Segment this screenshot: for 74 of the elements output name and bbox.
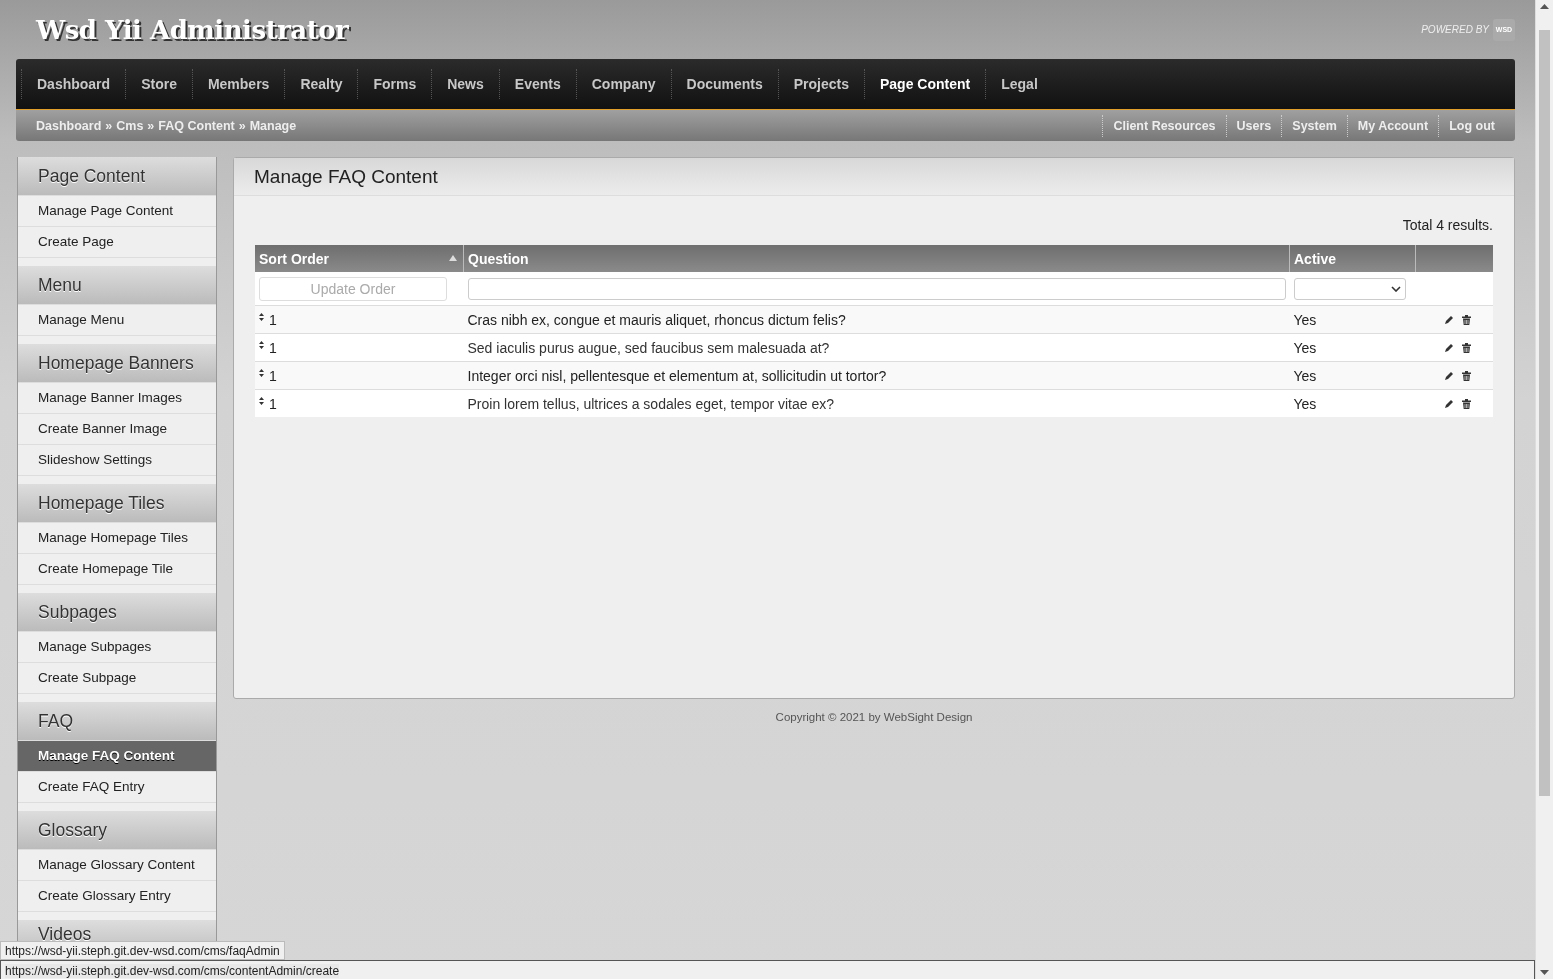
table-cell: Yes xyxy=(1293,367,1317,384)
sidebar-heading: Subpages xyxy=(18,593,216,631)
column-header[interactable]: Sort Order xyxy=(255,245,464,272)
breadcrumb-separator: » xyxy=(105,118,113,133)
scroll-down-icon[interactable] xyxy=(1540,970,1549,975)
breadcrumb-separator: » xyxy=(147,118,155,133)
sidebar-item[interactable]: Manage Glossary Content xyxy=(18,849,216,880)
results-summary: Total 4 results. xyxy=(1402,217,1493,233)
copyright-text: Copyright © 2021 by WebSight Design xyxy=(775,711,973,723)
nav-tab[interactable]: Store xyxy=(125,69,192,99)
table-cell: 1 xyxy=(269,367,277,384)
table-cell: 1 xyxy=(269,339,277,356)
site-title: Wsd Yii Administrator xyxy=(36,14,349,45)
nav-tab[interactable]: Documents xyxy=(670,69,778,99)
drag-handle-icon[interactable] xyxy=(259,368,264,377)
table-cell: Cras nibh ex, congue et mauris aliquet, rhoncus dictum felis? xyxy=(467,311,846,328)
table-cell: Proin lorem tellus, ultrices a sodales eget, tempor vitae ex? xyxy=(467,395,834,412)
sidebar-item[interactable]: Manage Homepage Tiles xyxy=(18,522,216,553)
sidebar-item[interactable]: Create Page xyxy=(18,226,216,257)
drag-handle-icon[interactable] xyxy=(259,396,264,405)
column-header[interactable]: Question xyxy=(463,245,1290,272)
nav-tab[interactable]: Members xyxy=(191,69,285,99)
table-cell: Integer orci nisl, pellentesque et elementum at, sollicitudin ut tortor? xyxy=(467,367,887,384)
scroll-up-icon[interactable] xyxy=(1540,4,1549,9)
sidebar-item[interactable]: Create Glossary Entry xyxy=(18,880,216,911)
sidebar-item[interactable]: Manage Banner Images xyxy=(18,382,216,413)
sidebar-item[interactable]: Manage Page Content xyxy=(18,195,216,226)
sidebar-heading: Menu xyxy=(18,266,216,304)
nav-tab[interactable]: Company xyxy=(575,69,671,99)
powered-by-label: POWERED BY xyxy=(1421,24,1489,35)
trash-icon[interactable] xyxy=(1462,314,1471,325)
sidebar-item[interactable]: Create Banner Image xyxy=(18,413,216,444)
trash-icon[interactable] xyxy=(1462,342,1471,353)
pencil-icon[interactable] xyxy=(1444,342,1454,353)
sidebar-item[interactable]: Manage Subpages xyxy=(18,631,216,662)
table-cell: Yes xyxy=(1293,311,1317,328)
sidebar-item[interactable]: Manage Menu xyxy=(18,304,216,335)
sidebar-heading: Homepage Tiles xyxy=(18,484,216,522)
page-heading: Manage FAQ Content xyxy=(234,158,1514,196)
pencil-icon[interactable] xyxy=(1444,314,1454,325)
sidebar-heading: Page Content xyxy=(18,157,216,195)
sidebar-item[interactable]: Create Homepage Tile xyxy=(18,553,216,584)
table-cell: 1 xyxy=(269,395,277,412)
table-cell: Yes xyxy=(1293,395,1317,412)
nav-tab[interactable]: Forms xyxy=(357,69,432,99)
nav-tab[interactable]: Realty xyxy=(284,69,358,99)
sidebar-item[interactable]: Manage FAQ Content xyxy=(18,740,216,771)
pencil-icon[interactable] xyxy=(1444,398,1454,409)
link-preview-tooltip: https://wsd-yii.steph.git.dev-wsd.com/cms/faqAdmin xyxy=(0,941,285,960)
chevron-down-icon xyxy=(1390,285,1401,292)
drag-handle-icon[interactable] xyxy=(259,340,264,349)
sidebar-heading: Homepage Banners xyxy=(18,344,216,382)
nav-tab[interactable]: Projects xyxy=(777,69,864,99)
question-filter-field[interactable] xyxy=(467,277,1286,300)
trash-icon[interactable] xyxy=(1462,370,1471,381)
nav-tab[interactable]: Page Content xyxy=(864,69,986,99)
breadcrumb-separator: » xyxy=(238,118,246,133)
trash-icon[interactable] xyxy=(1462,398,1471,409)
sidebar-item[interactable]: Slideshow Settings xyxy=(18,444,216,475)
nav-tab[interactable]: News xyxy=(431,69,499,99)
nav-tab[interactable]: Legal xyxy=(985,69,1053,99)
sidebar-item[interactable]: Create Subpage xyxy=(18,662,216,693)
table-cell: Yes xyxy=(1293,339,1317,356)
column-header[interactable]: Active xyxy=(1289,245,1416,272)
nav-tab[interactable]: Events xyxy=(498,69,576,99)
sidebar-item[interactable]: Create FAQ Entry xyxy=(18,771,216,802)
nav-tab[interactable]: Dashboard xyxy=(21,69,126,99)
pencil-icon[interactable] xyxy=(1444,370,1454,381)
drag-handle-icon[interactable] xyxy=(259,312,264,321)
sidebar-heading: FAQ xyxy=(18,702,216,740)
status-url: https://wsd-yii.steph.git.dev-wsd.com/cms/contentAdmin/create xyxy=(5,964,340,978)
sidebar-heading: Glossary xyxy=(18,811,216,849)
table-cell: 1 xyxy=(269,311,277,328)
table-cell: Sed iaculis purus augue, sed faucibus sem malesuada at? xyxy=(467,339,830,356)
